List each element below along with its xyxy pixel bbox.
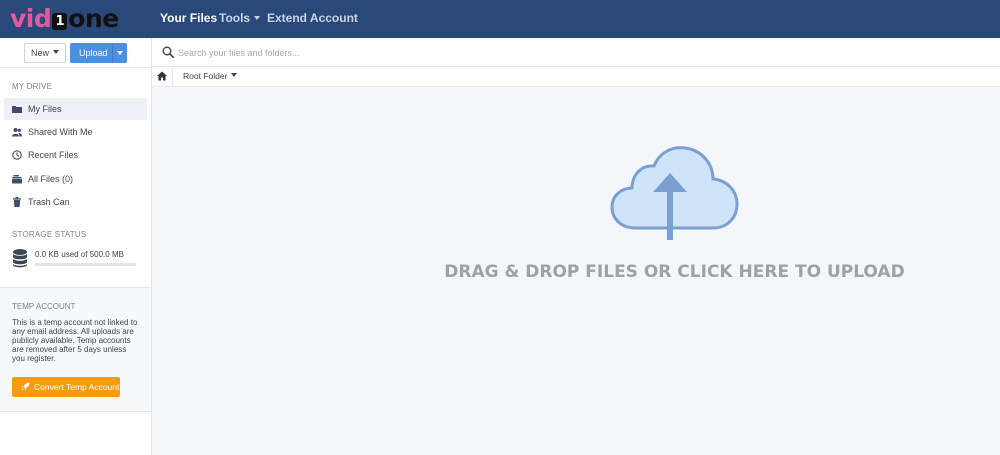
sidebar-item-my-files[interactable]: My Files: [4, 98, 147, 120]
nav-tools-label: Tools: [219, 11, 251, 25]
home-icon[interactable]: [157, 71, 167, 81]
chevron-down-icon: [117, 51, 123, 55]
breadcrumb-root-folder[interactable]: Root Folder: [183, 67, 238, 86]
breadcrumb: Root Folder: [152, 67, 1000, 87]
files-icon: [12, 175, 22, 184]
nav-your-files-label: Your Files: [160, 11, 218, 25]
sidebar-item-recent-files[interactable]: Recent Files: [4, 144, 147, 166]
chevron-down-icon: [231, 73, 238, 77]
temp-account-heading: TEMP ACCOUNT: [12, 302, 76, 311]
nav-extend-account[interactable]: Extend Account: [267, 0, 358, 38]
trash-icon: [13, 197, 21, 207]
sidebar-item-label: My Files: [28, 104, 62, 114]
convert-temp-account-button[interactable]: Convert Temp Account: [12, 377, 120, 397]
temp-account-notice: This is a temp account not linked to any…: [12, 318, 138, 363]
search-icon: [162, 46, 174, 58]
my-drive-heading: MY DRIVE: [12, 82, 53, 91]
logo-part-one: one: [68, 4, 119, 33]
cloud-upload-icon: [610, 146, 739, 240]
users-icon: [12, 128, 22, 137]
sidebar-item-label: All Files (0): [28, 174, 74, 184]
storage-status-heading: STORAGE STATUS: [12, 230, 87, 239]
breadcrumb-root-label: Root Folder: [183, 71, 228, 81]
temp-account-panel: TEMP ACCOUNT This is a temp account not …: [0, 287, 151, 412]
sidebar-item-label: Trash Can: [28, 197, 70, 207]
nav-extend-account-label: Extend Account: [267, 11, 358, 25]
storage-usage-bar: [35, 263, 136, 266]
upload-button[interactable]: Upload: [70, 43, 127, 63]
new-button[interactable]: New: [24, 43, 66, 63]
sidebar-item-label: Recent Files: [28, 150, 79, 160]
upload-instructions[interactable]: DRAG & DROP FILES OR CLICK HERE TO UPLOA…: [152, 262, 1000, 282]
vidone-logo[interactable]: vid 1 one: [10, 6, 119, 32]
sidebar-item-label: Shared With Me: [28, 127, 93, 137]
sidebar-item-all-files[interactable]: All Files (0): [4, 168, 147, 190]
search-input[interactable]: [178, 44, 678, 61]
breadcrumb-divider: [172, 67, 173, 86]
logo-part-1: 1: [52, 13, 68, 30]
sidebar-toolbar: New Upload: [0, 38, 151, 68]
search-bar: [152, 38, 1000, 67]
upload-button-label: Upload: [79, 48, 108, 58]
top-bar: vid 1 one Your Files Tools Extend Account: [0, 0, 1000, 38]
clock-icon: [12, 150, 22, 160]
rocket-icon: [21, 382, 30, 391]
sidebar-item-trash-can[interactable]: Trash Can: [4, 191, 147, 213]
database-icon: [13, 249, 27, 268]
nav-tools[interactable]: Tools: [219, 0, 261, 38]
storage-usage-text: 0.0 KB used of 500.0 MB: [35, 250, 124, 259]
convert-temp-account-label: Convert Temp Account: [34, 382, 120, 392]
logo-part-vid: vid: [10, 4, 52, 33]
folder-icon: [12, 106, 22, 113]
sidebar-item-shared-with-me[interactable]: Shared With Me: [4, 121, 147, 143]
chevron-down-icon: [254, 16, 261, 20]
chevron-down-icon: [53, 50, 59, 54]
sidebar: New Upload MY DRIVE My Files Shared With…: [0, 38, 152, 455]
upload-instructions-label: DRAG & DROP FILES OR CLICK HERE TO UPLOA…: [444, 262, 905, 282]
nav-your-files[interactable]: Your Files: [160, 0, 217, 38]
upload-dropdown-toggle[interactable]: [112, 43, 127, 63]
new-button-label: New: [30, 48, 49, 58]
